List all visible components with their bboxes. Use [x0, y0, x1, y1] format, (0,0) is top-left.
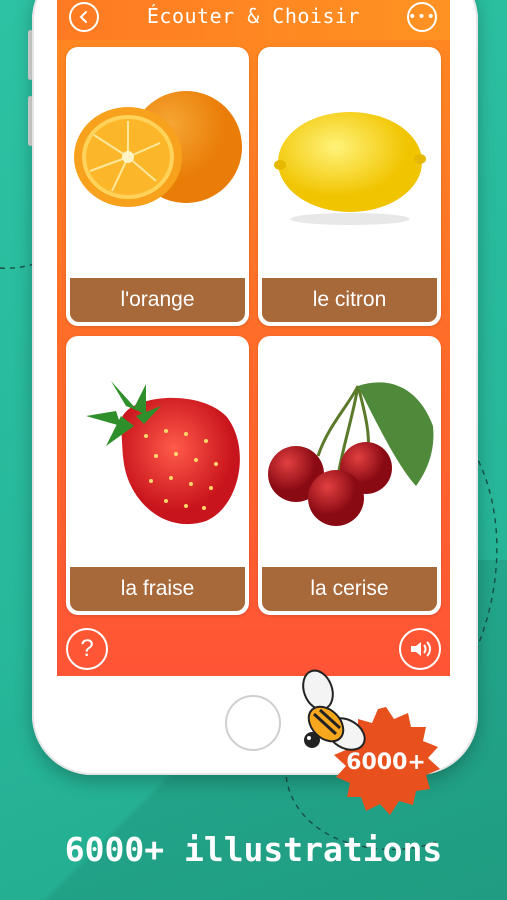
sound-button[interactable] [399, 628, 441, 670]
orange-image [74, 91, 242, 207]
nav-bar: Écouter & Choisir ••• [57, 0, 450, 40]
card-label: l'orange [70, 278, 245, 322]
home-button[interactable] [225, 695, 281, 751]
app-screen: Écouter & Choisir ••• l'orange le citron… [57, 0, 450, 676]
bee-illustration [302, 669, 366, 751]
help-button[interactable]: ? [66, 628, 108, 670]
strawberry-image [86, 381, 240, 525]
card-label: le citron [262, 278, 437, 322]
lemon-image [274, 112, 426, 225]
cherry-image [268, 382, 434, 526]
question-icon: ? [80, 635, 94, 662]
page-title: Écouter & Choisir [146, 4, 361, 28]
answer-card-strawberry[interactable]: la fraise [66, 336, 249, 615]
card-label: la fraise [70, 567, 245, 611]
answer-card-orange[interactable]: l'orange [66, 47, 249, 326]
card-label: la cerise [262, 567, 437, 611]
ellipsis-icon: ••• [408, 9, 436, 25]
more-button[interactable]: ••• [407, 2, 437, 32]
answer-card-cherry[interactable]: la cerise [258, 336, 441, 615]
answer-card-lemon[interactable]: le citron [258, 47, 441, 326]
promo-caption: 6000+ illustrations [64, 830, 443, 869]
speaker-icon [411, 641, 431, 657]
